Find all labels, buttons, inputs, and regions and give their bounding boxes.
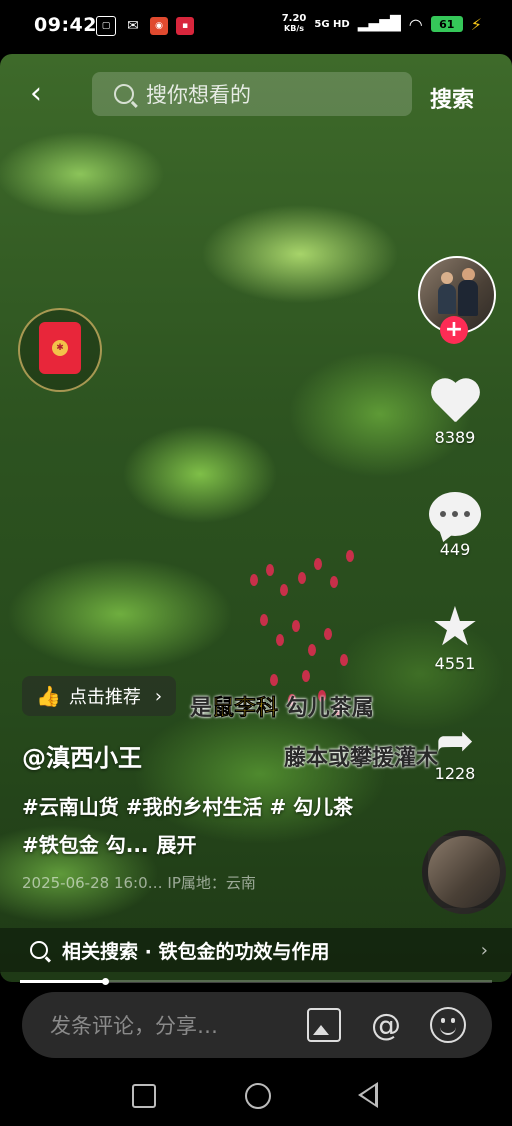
related-search-bar[interactable]: 相关搜索 · 铁包金的功效与作用 › (0, 928, 512, 972)
home-button[interactable] (245, 1083, 271, 1109)
comment-input[interactable]: 发条评论，分享… (50, 1010, 306, 1040)
battery-icon: 61 (430, 16, 463, 32)
caption-highlight: 鼠李科 (212, 696, 279, 722)
status-bar: 09:42 ▢ ✉ ◉ ▪ 7.20 KB/s 5G HD ▂▄▆█ ◠ 61 … (0, 0, 512, 52)
news-app-icon: ▪ (176, 17, 194, 35)
author-name[interactable]: @滇西小王 (22, 738, 142, 773)
charging-icon: ⚡ (470, 14, 482, 34)
expand-button[interactable]: 展开 (157, 833, 197, 857)
star-icon: ★ (430, 595, 480, 658)
post-description[interactable]: #云南山货 #我的乡村生活 # 勾儿茶 #铁包金 勾... 展开 (22, 788, 362, 864)
top-bar: ‹ 搜你想看的 搜索 (0, 64, 512, 126)
red-packet-icon: ✱ (39, 322, 81, 374)
back-button[interactable]: ‹ (30, 79, 58, 109)
related-search-label: 相关搜索 · 铁包金的功效与作用 (62, 940, 330, 963)
music-disc-avatar[interactable] (422, 830, 506, 914)
emoji-icon (430, 1007, 466, 1043)
search-button[interactable]: 搜索 (430, 82, 474, 114)
comment-action[interactable]: 449 (414, 492, 496, 559)
at-icon: @ (371, 1007, 401, 1043)
recommend-button[interactable]: 👍 点击推荐 › (22, 676, 177, 716)
search-icon (114, 84, 134, 104)
wechat-icon: ✉ (127, 18, 139, 34)
thumbs-up-icon: 👍 (36, 684, 61, 708)
image-button[interactable] (306, 1007, 342, 1043)
back-nav-button[interactable] (358, 1082, 378, 1108)
comment-bar: 发条评论，分享… @ (22, 992, 492, 1058)
search-icon (30, 941, 48, 959)
search-input[interactable]: 搜你想看的 (92, 72, 412, 116)
recents-button[interactable] (132, 1084, 156, 1108)
favorite-count: 4551 (434, 654, 476, 673)
system-nav-bar (0, 1068, 512, 1126)
progress-fill (20, 980, 105, 983)
like-action[interactable]: 8389 (414, 376, 496, 447)
chevron-right-icon: › (154, 685, 163, 707)
wifi-icon: ◠ (408, 14, 423, 34)
network-label: 5G HD (314, 18, 350, 30)
side-rail: + 8389 449 ★ 4551 ➦ 1228 (414, 256, 496, 783)
favorite-action[interactable]: ★ 4551 (414, 595, 496, 674)
net-speed-value: 7.20 (281, 13, 307, 24)
comment-count: 449 (439, 540, 471, 559)
net-speed-unit: KB/s (284, 24, 305, 33)
progress-knob[interactable] (101, 978, 109, 985)
net-speed: 7.20 KB/s (282, 14, 307, 34)
caption-part1: 是 (190, 696, 213, 721)
comment-icon (429, 492, 481, 536)
recommend-label: 点击推荐 (68, 687, 141, 708)
video-caption-line2: 藤本或攀援灌木 (284, 746, 439, 771)
status-right: 7.20 KB/s 5G HD ▂▄▆█ ◠ 61 ⚡ (282, 14, 482, 34)
search-placeholder: 搜你想看的 (146, 83, 251, 107)
heart-icon (428, 376, 482, 426)
emoji-button[interactable] (430, 1007, 466, 1043)
chevron-right-icon: › (480, 939, 488, 961)
caption-part2: 勾儿茶属 (285, 696, 374, 721)
image-icon (307, 1008, 341, 1042)
status-time: 09:42 (34, 14, 97, 36)
post-date-location: 2025-06-28 16:0… IP属地：云南 (22, 874, 256, 892)
red-packet-seal-icon: ✱ (52, 340, 68, 356)
like-count: 8389 (434, 428, 476, 447)
red-packet-button[interactable]: ✱ (18, 308, 102, 392)
app-icon: ◉ (150, 17, 168, 35)
status-app-icons: ▢ ✉ ◉ ▪ (96, 16, 194, 36)
bilibili-icon: ▢ (96, 16, 116, 36)
mention-button[interactable]: @ (368, 1007, 404, 1043)
video-progress-bar[interactable] (20, 978, 492, 985)
signal-icon: ▂▄▆█ (357, 16, 401, 32)
video-caption-line1: 是鼠李科 勾儿茶属 (190, 690, 374, 722)
follow-button[interactable]: + (440, 316, 468, 344)
